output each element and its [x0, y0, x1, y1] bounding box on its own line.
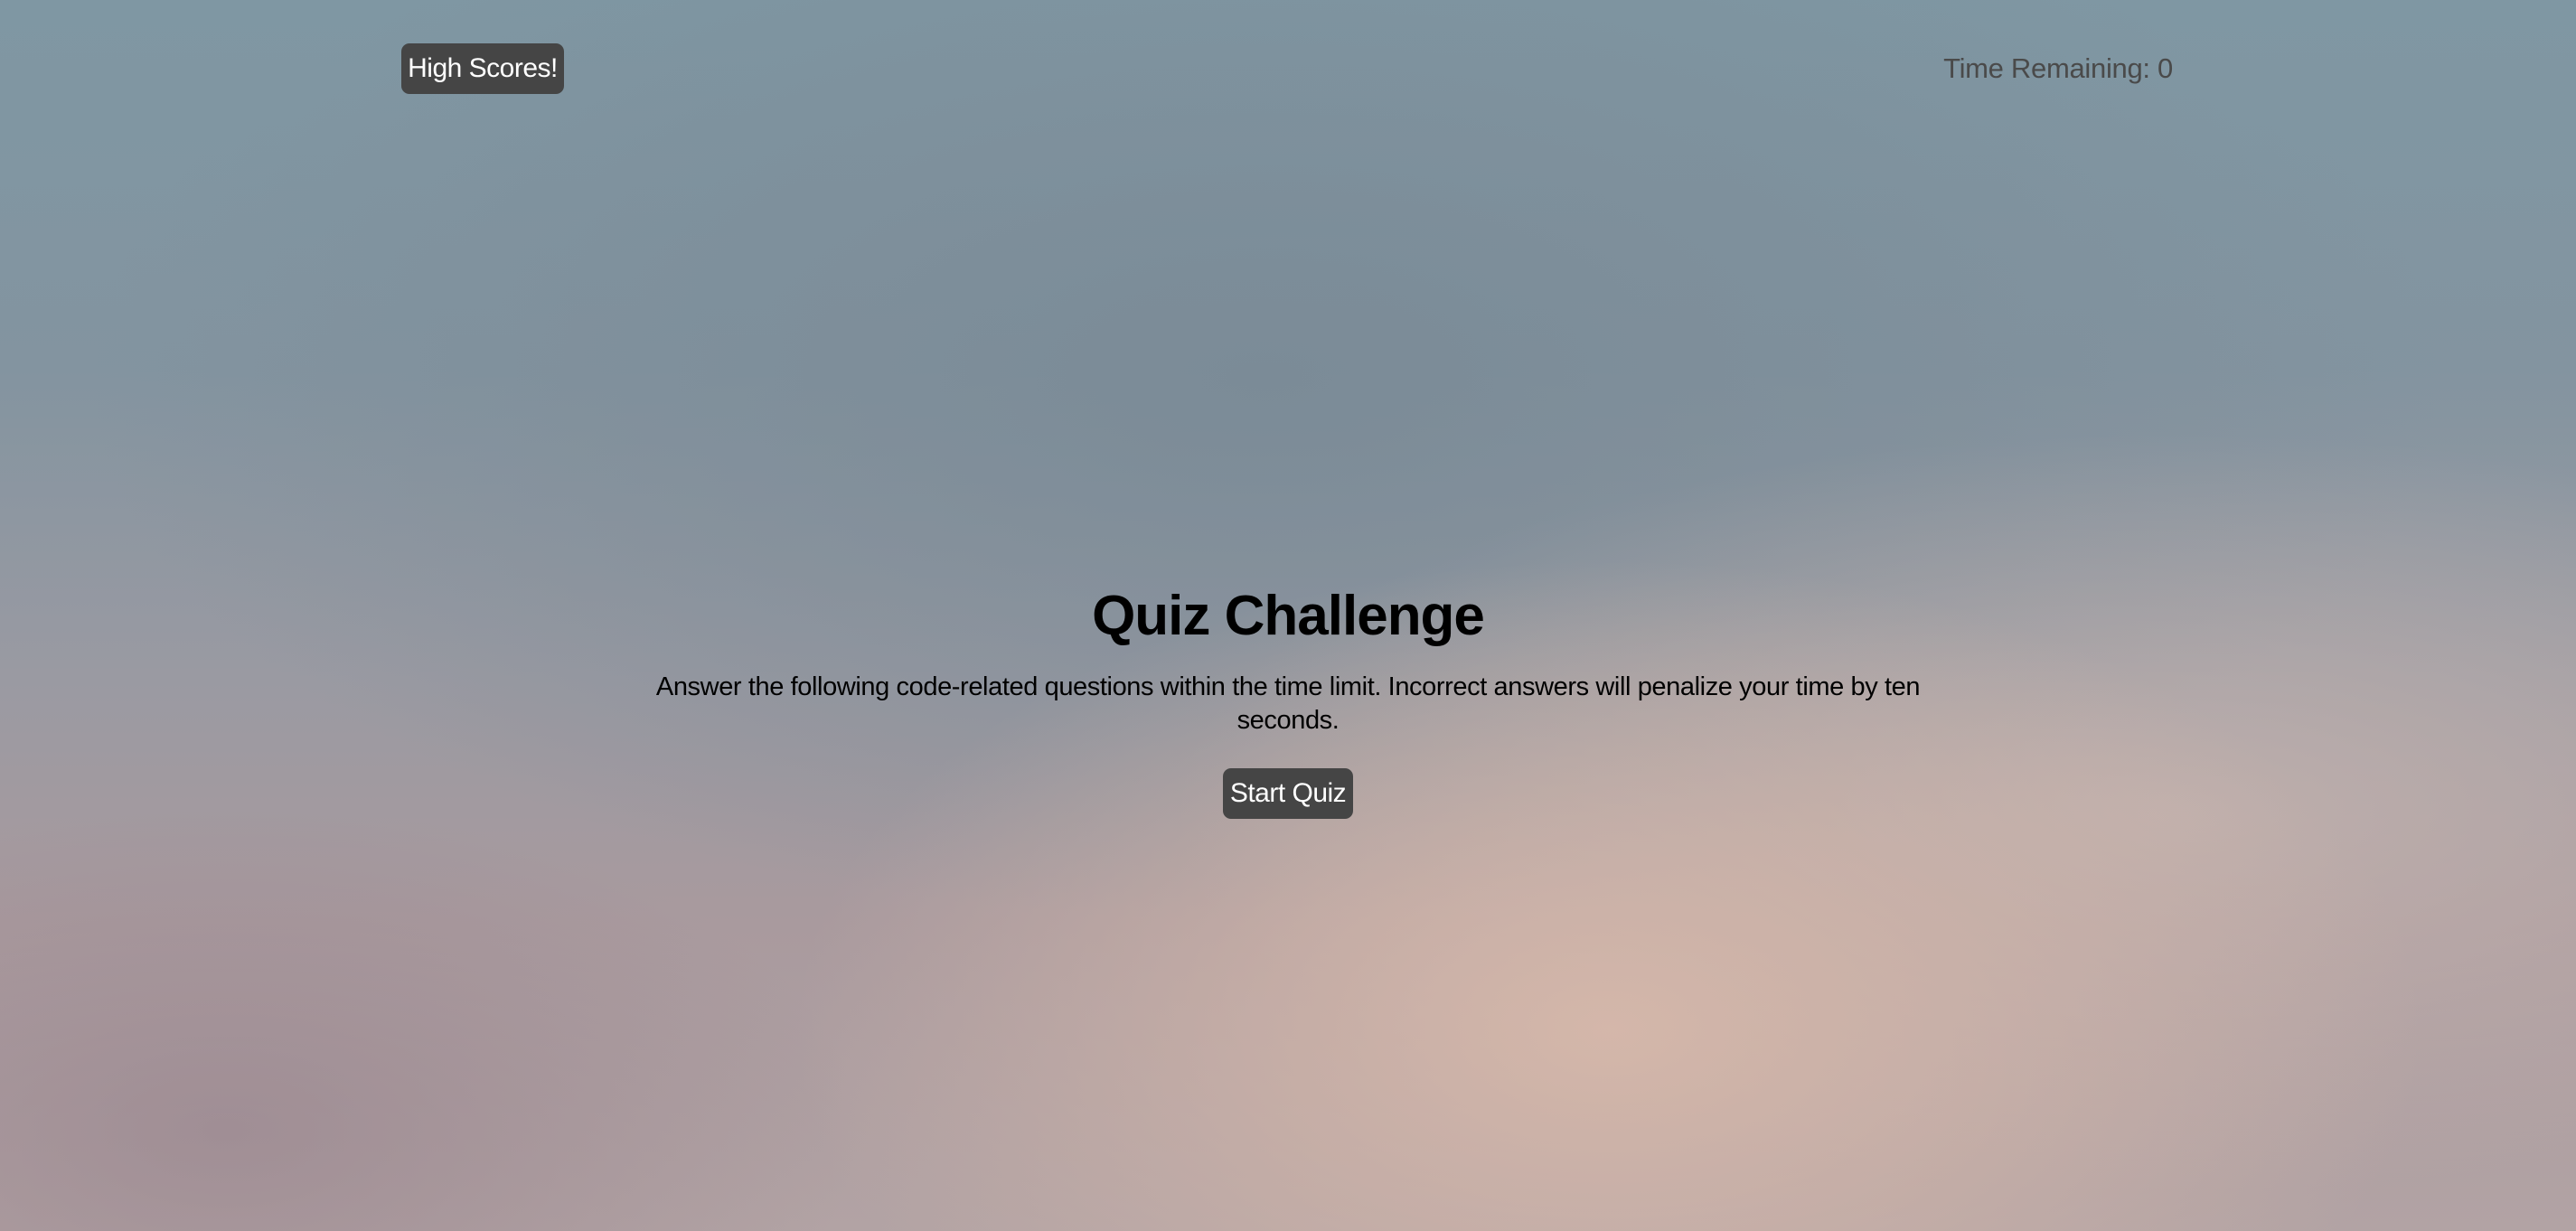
time-remaining-label: Time Remaining:: [1943, 52, 2158, 84]
time-remaining-value: 0: [2158, 52, 2173, 84]
quiz-intro: Quiz Challenge Answer the following code…: [633, 578, 1943, 819]
high-scores-button[interactable]: High Scores!: [401, 43, 564, 94]
time-remaining: Time Remaining: 0: [1943, 47, 2173, 90]
quiz-page: { "header": { "high_scores_label": "High…: [0, 0, 2576, 1231]
start-quiz-button[interactable]: Start Quiz: [1223, 768, 1353, 819]
quiz-description: Answer the following code-related questi…: [655, 672, 1921, 735]
quiz-title: Quiz Challenge: [1092, 585, 1485, 647]
